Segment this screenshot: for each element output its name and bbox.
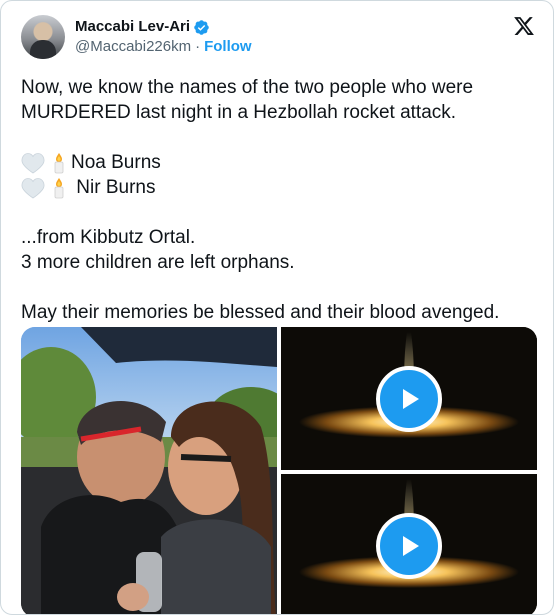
video-thumbnail[interactable] [281, 474, 537, 614]
separator: · [195, 38, 201, 55]
victim-line: Nir Burns [21, 175, 535, 200]
text-line: MURDERED last night in a Hezbollah rocke… [21, 102, 457, 123]
author-identity: Maccabi Lev-Ari @Maccabi226km · Follow [75, 17, 252, 57]
tweet-text: Now, we know the names of the two people… [21, 75, 535, 325]
text-line: ...from Kibbutz Ortal. [21, 227, 196, 248]
avatar[interactable] [21, 15, 65, 59]
photo-illustration [21, 327, 277, 614]
tweet-card: Maccabi Lev-Ari @Maccabi226km · Follow N… [0, 0, 554, 615]
follow-button[interactable]: Follow [204, 37, 252, 57]
tweet-header: Maccabi Lev-Ari @Maccabi226km · Follow [21, 13, 537, 61]
handle[interactable]: @Maccabi226km [75, 37, 191, 57]
name-row: Maccabi Lev-Ari [75, 17, 252, 37]
text-line: 3 more children are left orphans. [21, 252, 295, 273]
photo-couple[interactable] [21, 327, 277, 614]
victim-line: Noa Burns [21, 150, 535, 175]
play-icon [403, 388, 419, 409]
white-heart-icon [21, 177, 45, 198]
play-button[interactable] [376, 512, 442, 579]
media-grid [21, 327, 537, 614]
text-line: Now, we know the names of the two people… [21, 77, 474, 98]
x-logo-icon[interactable] [513, 15, 535, 37]
candle-icon [54, 152, 64, 173]
play-button[interactable] [376, 365, 442, 432]
victim-name: Nir Burns [71, 177, 156, 198]
white-heart-icon [21, 152, 45, 173]
text-line: May their memories be blessed and their … [21, 302, 500, 323]
display-name[interactable]: Maccabi Lev-Ari [75, 17, 190, 37]
video-thumbnail[interactable] [281, 327, 537, 470]
play-icon [403, 535, 419, 556]
handle-row: @Maccabi226km · Follow [75, 37, 252, 57]
victim-name: Noa Burns [71, 152, 161, 173]
candle-icon [54, 177, 64, 198]
verified-badge-icon [194, 19, 209, 35]
